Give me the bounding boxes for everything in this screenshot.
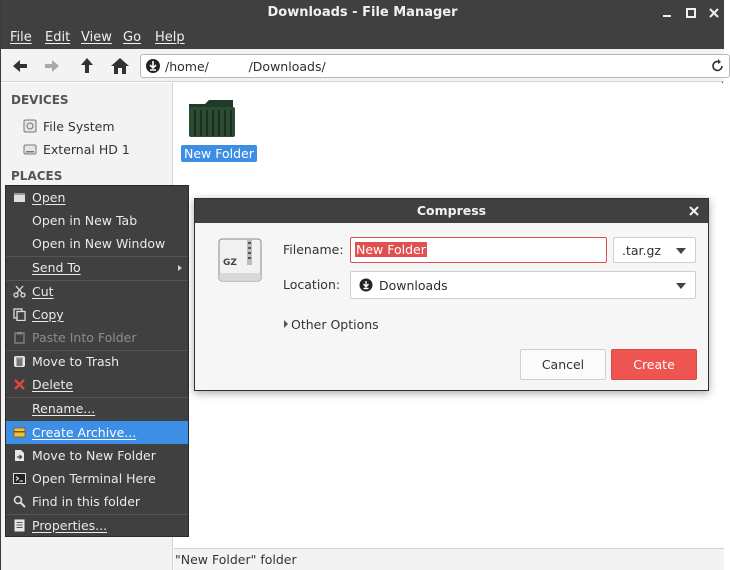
download-icon [146,59,160,73]
copy-icon [13,308,26,321]
window-title: Downloads - File Manager [267,5,458,20]
submenu-arrow-icon [178,265,182,271]
location-bar[interactable]: /home/ /Downloads/ [140,54,730,78]
dialog-title: Compress [416,203,487,218]
menu-item-cut[interactable]: Cut [6,280,188,303]
location-value: Downloads [379,278,448,293]
up-arrow-icon [81,58,93,73]
trash-icon [14,356,25,367]
menu-go[interactable]: Go [123,30,141,45]
external-drive-icon [23,144,37,155]
compress-dialog: Compress GZ Filename: New Folder .tar.gz… [194,198,709,391]
menu-item-find-in-folder[interactable]: Find in this folder [6,490,188,513]
dialog-close-button[interactable] [688,202,700,221]
gz-archive-icon: GZ [218,238,262,282]
status-text: "New Folder" folder [175,552,297,567]
filename-label: Filename: [283,242,344,257]
download-icon [359,278,373,292]
reload-icon[interactable] [710,58,726,74]
archive-icon [13,427,26,438]
menu-item-rename[interactable]: Rename... [6,397,188,420]
menu-item-copy[interactable]: Copy [6,303,188,326]
menu-item-open-new-window[interactable]: Open in New Window [6,232,188,255]
move-folder-icon [15,450,24,461]
forward-arrow-icon [45,60,59,72]
folder-name-label[interactable]: New Folder [181,145,257,162]
maximize-icon [686,8,696,18]
chevron-down-icon [676,248,686,254]
extension-select[interactable]: .tar.gz [613,237,696,263]
menu-view[interactable]: View [81,30,112,45]
dialog-title-bar[interactable]: Compress [195,199,708,223]
maximize-button[interactable] [682,4,700,22]
drive-icon [23,119,37,133]
scissors-icon [13,285,26,298]
menu-file[interactable]: File [10,30,32,45]
up-button[interactable] [76,55,98,77]
archive-icon-text: GZ [223,258,237,268]
status-bar: "New Folder" folder [174,548,724,570]
menu-item-move-to-trash[interactable]: Move to Trash [6,350,188,373]
menu-item-move-to-new-folder[interactable]: Move to New Folder [6,444,188,467]
terminal-icon [13,473,26,484]
create-button[interactable]: Create [611,349,697,380]
menu-item-open-terminal[interactable]: Open Terminal Here [6,467,188,490]
home-button[interactable] [109,55,131,77]
title-bar[interactable]: Downloads - File Manager [1,0,724,26]
menu-edit[interactable]: Edit [45,30,70,45]
search-icon [13,495,26,508]
folder-icon[interactable] [187,98,237,140]
menu-item-open[interactable]: Open [6,186,188,209]
forward-button[interactable] [41,55,63,77]
menu-item-send-to[interactable]: Send To [6,256,188,279]
context-menu: Open Open in New Tab Open in New Window … [5,185,189,537]
places-header: PLACES [11,169,63,183]
location-select[interactable]: Downloads [350,271,696,299]
other-options-expander[interactable]: Other Options [284,317,379,332]
menu-bar: File Edit View Go Help [1,26,724,49]
other-options-label: Other Options [291,317,379,332]
minimize-icon [663,15,671,17]
cancel-button[interactable]: Cancel [520,349,606,380]
extension-value: .tar.gz [622,243,661,258]
back-button[interactable] [9,55,31,77]
menu-item-properties[interactable]: Properties... [6,514,188,537]
menu-item-open-new-tab[interactable]: Open in New Tab [6,209,188,232]
close-button[interactable] [705,4,723,22]
file-manager-window: Downloads - File Manager File Edit View … [0,0,730,570]
filename-value: New Folder [355,242,427,257]
minimize-button[interactable] [658,4,676,22]
paste-icon [14,332,25,344]
delete-icon [14,379,25,390]
menu-item-paste-into-folder: Paste Into Folder [6,326,188,349]
chevron-down-icon [676,283,686,289]
menu-item-create-archive[interactable]: Create Archive... [6,421,188,444]
devices-header: DEVICES [11,93,69,107]
chevron-right-icon [284,320,288,328]
menu-item-delete[interactable]: Delete [6,373,188,396]
sidebar-item-label: External HD 1 [43,142,130,157]
open-icon [14,193,25,202]
menu-help[interactable]: Help [155,30,185,45]
path-text: /home/ /Downloads/ [165,59,326,74]
home-icon [111,58,129,74]
properties-icon [14,519,25,532]
close-icon [689,206,699,216]
close-icon [709,8,719,18]
back-arrow-icon [13,60,27,72]
filename-input[interactable]: New Folder [350,237,607,263]
location-label: Location: [283,277,341,292]
sidebar-item-label: File System [43,119,115,134]
